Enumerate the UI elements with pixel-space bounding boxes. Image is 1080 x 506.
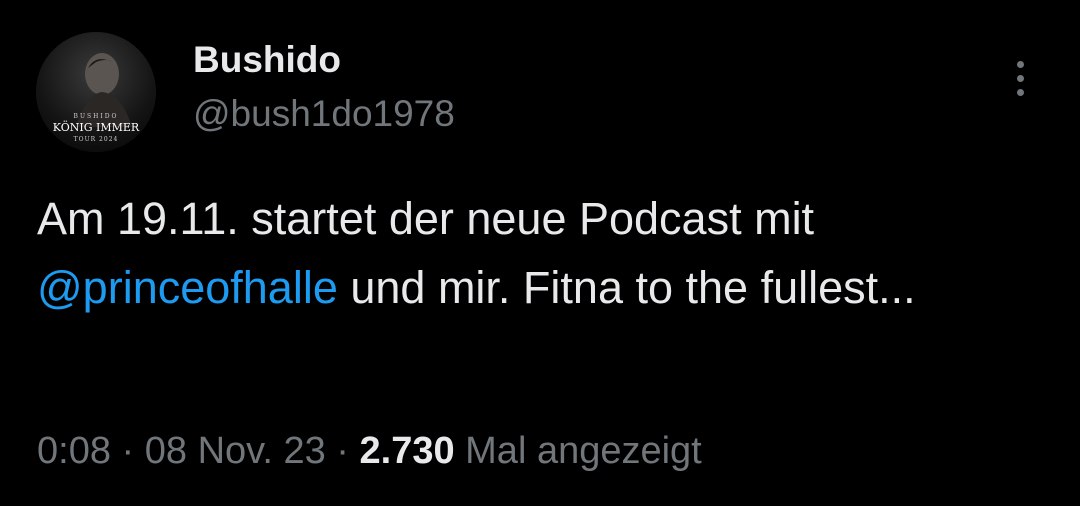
author-handle[interactable]: @bush1do1978	[193, 92, 455, 136]
avatar-line3: TOUR 2024	[74, 136, 119, 143]
tweet-time[interactable]: 0:08	[37, 430, 111, 472]
avatar-line2: KÖNIG IMMER	[53, 120, 140, 134]
tweet-meta: 0:08 · 08 Nov. 23 · 2.730 Mal angezeigt	[37, 428, 702, 474]
avatar[interactable]: BUSHIDO KÖNIG IMMER TOUR 2024	[36, 32, 156, 152]
author-display-name[interactable]: Bushido	[193, 38, 341, 82]
tweet-date[interactable]: 08 Nov. 23	[145, 430, 326, 472]
avatar-image: BUSHIDO KÖNIG IMMER TOUR 2024	[36, 32, 156, 152]
mention-link[interactable]: @princeofhalle	[37, 262, 338, 313]
more-vertical-icon	[1016, 60, 1024, 68]
tweet-text: Am 19.11. startet der neue Podcast mit @p…	[37, 184, 1037, 322]
avatar-line1: BUSHIDO	[74, 113, 119, 120]
views-label[interactable]: Mal angezeigt	[455, 430, 702, 472]
more-button[interactable]	[1000, 55, 1040, 101]
meta-separator: ·	[110, 430, 145, 472]
tweet-card: BUSHIDO KÖNIG IMMER TOUR 2024 Bushido @b…	[0, 0, 1080, 506]
tweet-text-after: und mir. Fitna to the fullest...	[337, 262, 916, 313]
tweet-text-before: Am 19.11. startet der neue Podcast mit	[37, 193, 815, 244]
meta-separator: ·	[325, 430, 360, 472]
more-vertical-icon-dot	[1016, 88, 1024, 96]
more-vertical-icon-dot	[1016, 74, 1024, 82]
views-count[interactable]: 2.730	[360, 430, 455, 472]
